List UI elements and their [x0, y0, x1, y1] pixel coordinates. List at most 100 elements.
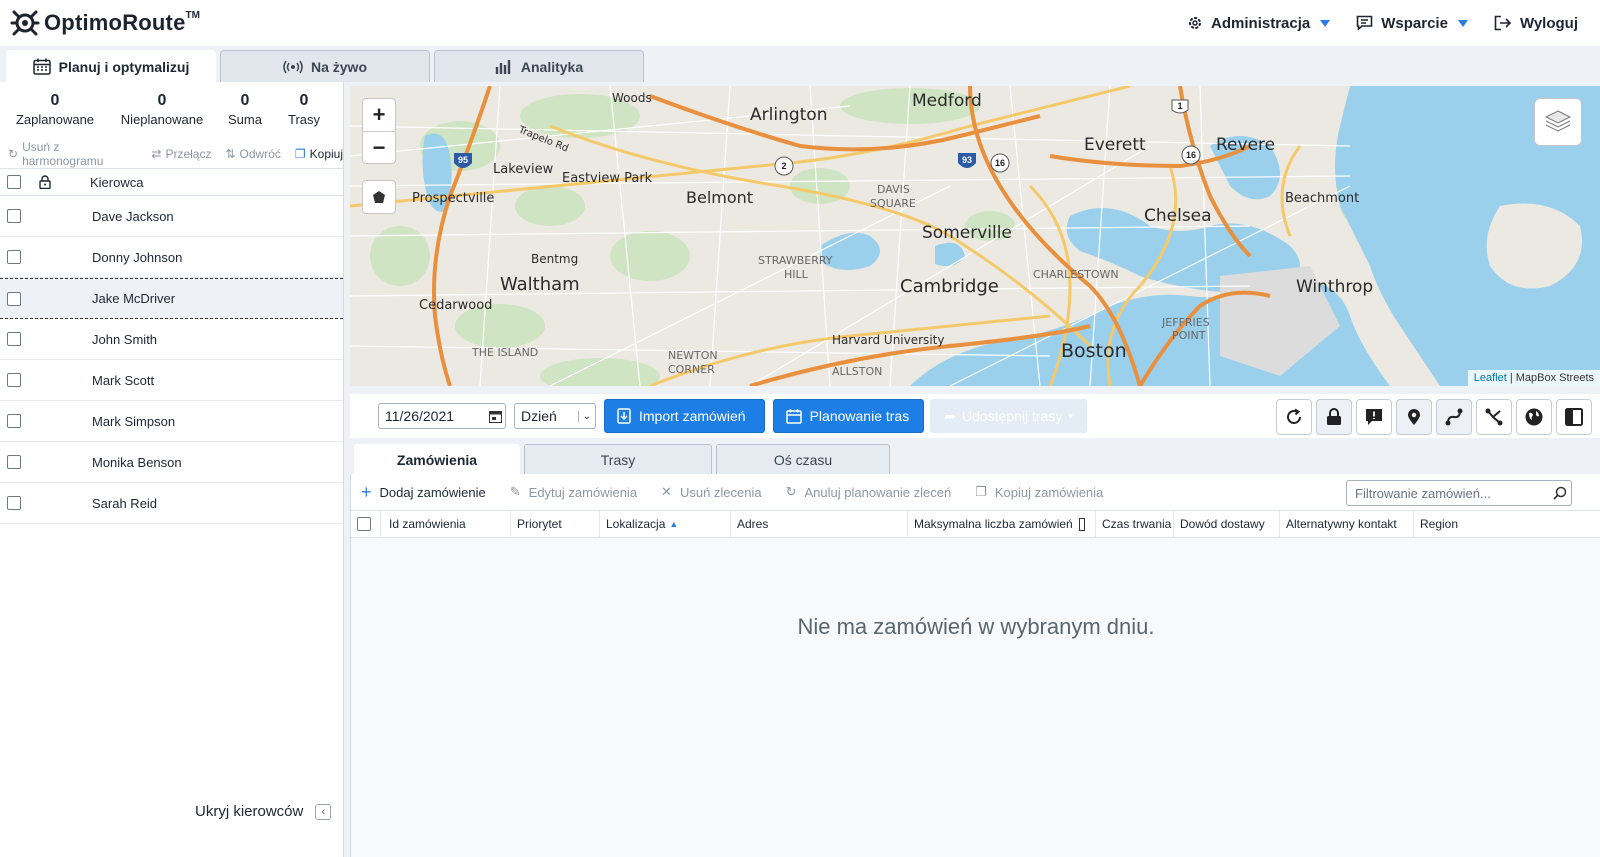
row-checkbox[interactable]	[7, 496, 21, 510]
add-order-button[interactable]: + Dodaj zamówienie	[361, 482, 486, 503]
tab-analytics[interactable]: Analityka	[434, 50, 644, 82]
driver-column-header[interactable]: Kierowca	[60, 175, 143, 190]
tab-orders[interactable]: Zamówienia	[354, 444, 520, 474]
map-canvas[interactable]: 95 93 2 16 16 1 Arlington Medford Everet…	[350, 86, 1600, 386]
hide-drivers-label: Ukryj kierowców	[195, 803, 304, 820]
row-checkbox[interactable]	[7, 332, 21, 346]
lock-button[interactable]	[1316, 399, 1352, 435]
sidebar-icon	[1565, 408, 1583, 426]
layers-icon	[1544, 110, 1572, 132]
stat-scheduled: 0 Zaplanowane	[0, 92, 110, 140]
driver-row[interactable]: Mark Simpson	[0, 401, 343, 442]
feedback-button[interactable]	[1356, 399, 1392, 435]
col-order-id[interactable]: Id zamówienia	[381, 510, 511, 538]
driver-row-selected[interactable]: Jake McDriver	[0, 278, 343, 319]
search-icon[interactable]	[1553, 486, 1567, 500]
cancel-scheduling-label: Anuluj planowanie zleceń	[804, 484, 952, 500]
col-region[interactable]: Region	[1414, 510, 1600, 538]
svg-text:16: 16	[995, 158, 1005, 168]
svg-text:Cambridge: Cambridge	[900, 276, 999, 297]
tab-label: Na żywo	[310, 58, 367, 75]
select-all-orders-checkbox[interactable]	[357, 517, 371, 531]
driver-row[interactable]: Monika Benson	[0, 442, 343, 483]
driver-name: Jake McDriver	[92, 291, 176, 306]
lock-icon[interactable]	[39, 175, 51, 189]
drivers-panel: 0 Zaplanowane 0 Nieplanowane 0 Suma 0 Trasy …	[0, 82, 344, 857]
plan-routes-button[interactable]: Planowanie tras	[772, 399, 925, 433]
layers-button[interactable]	[1534, 98, 1582, 146]
zoom-out-button[interactable]: −	[363, 131, 395, 163]
copy-button[interactable]: ❐ Kopiuj	[295, 147, 343, 161]
pin-button[interactable]	[1396, 399, 1432, 435]
refresh-button[interactable]	[1276, 399, 1312, 435]
chat-icon	[1356, 15, 1373, 31]
chevron-left-icon[interactable]: ‹	[315, 803, 332, 820]
col-proof-of-delivery[interactable]: Dowód dostawy	[1174, 510, 1280, 538]
globe-icon	[1525, 408, 1543, 426]
unschedule-button[interactable]: ↻ Usuń z harmonogramu	[8, 140, 137, 168]
edit-orders-button[interactable]: ✎ Edytuj zamówienia	[510, 484, 637, 500]
draw-polygon-button[interactable]	[362, 180, 396, 214]
stat-routes: 0 Trasy	[276, 92, 332, 140]
cancel-scheduling-button[interactable]: ↻ Anuluj planowanie zleceń	[786, 484, 952, 500]
empty-state-message: Nie ma zamówień w wybranym dniu.	[797, 614, 1155, 639]
brand-logo[interactable]: OptimoRoute TM	[10, 8, 200, 38]
lock-icon	[1327, 408, 1341, 425]
col-priority[interactable]: Priorytet	[511, 510, 600, 538]
import-orders-button[interactable]: Import zamówień	[604, 399, 765, 433]
svg-text:Revere: Revere	[1216, 135, 1275, 155]
copy-orders-button[interactable]: ❐ Kopiuj zamówienia	[975, 484, 1103, 500]
driver-row[interactable]: Dave Jackson	[0, 196, 343, 237]
switch-button[interactable]: ⇄ Przełącz	[151, 147, 211, 161]
logout-label: Wyloguj	[1519, 14, 1578, 32]
panel-toggle-button[interactable]	[1556, 399, 1592, 435]
driver-row[interactable]: Donny Johnson	[0, 237, 343, 278]
date-value: 11/26/2021	[385, 408, 455, 424]
map-view[interactable]: 95 93 2 16 16 1 Arlington Medford Everet…	[350, 86, 1600, 386]
row-checkbox[interactable]	[7, 291, 21, 306]
stat-label: Nieplanowane	[120, 112, 204, 127]
orders-filter-input[interactable]: Filtrowanie zamówień...	[1346, 480, 1572, 506]
comment-alert-icon	[1366, 409, 1382, 425]
col-max-orders[interactable]: Maksymalna liczba zamówień	[908, 510, 1096, 538]
row-checkbox[interactable]	[7, 373, 21, 387]
tab-timeline[interactable]: Oś czasu	[716, 444, 890, 474]
col-duration[interactable]: Czas trwania	[1096, 510, 1174, 538]
logout-button[interactable]: Wyloguj	[1494, 15, 1578, 32]
svg-text:95: 95	[458, 155, 468, 165]
route-button[interactable]	[1436, 399, 1472, 435]
admin-label: Administracja	[1211, 14, 1311, 32]
hide-drivers-toggle[interactable]: Ukryj kierowców ‹	[195, 803, 332, 820]
tab-routes[interactable]: Trasy	[524, 444, 712, 474]
refresh-icon	[1287, 408, 1301, 424]
col-alt-contact[interactable]: Alternatywny kontakt	[1280, 510, 1414, 538]
admin-menu[interactable]: Administracja	[1187, 14, 1331, 32]
share-routes-button[interactable]: ➦ Udostępnij trasy ▾	[930, 399, 1087, 433]
row-checkbox[interactable]	[7, 455, 21, 469]
svg-text:NEWTON: NEWTON	[668, 349, 718, 362]
period-select[interactable]: Dzień ⌄	[514, 403, 596, 429]
select-all-checkbox[interactable]	[7, 175, 21, 189]
row-checkbox[interactable]	[7, 250, 21, 264]
col-address[interactable]: Adres	[731, 510, 908, 538]
delete-orders-button[interactable]: ✕ Usuń zlecenia	[661, 484, 762, 500]
driver-row[interactable]: Sarah Reid	[0, 483, 343, 524]
row-checkbox[interactable]	[7, 414, 21, 428]
globe-button[interactable]	[1516, 399, 1552, 435]
leaflet-link[interactable]: Leaflet	[1474, 372, 1507, 384]
reverse-button[interactable]: ⇅ Odwróć	[225, 147, 280, 161]
drivers-list: Dave Jackson Donny Johnson Jake McDriver…	[0, 196, 343, 524]
zoom-in-button[interactable]: +	[363, 99, 395, 131]
swap-icon: ⇄	[151, 147, 162, 161]
tab-live[interactable]: Na żywo	[220, 50, 430, 82]
calendar-icon[interactable]	[489, 410, 502, 423]
svg-text:Arlington: Arlington	[750, 105, 827, 125]
support-menu[interactable]: Wsparcie	[1356, 15, 1468, 32]
directions-button[interactable]	[1476, 399, 1512, 435]
col-location[interactable]: Lokalizacja ▲	[600, 510, 731, 538]
driver-row[interactable]: Mark Scott	[0, 360, 343, 401]
tab-plan[interactable]: Planuj i optymalizuj	[6, 50, 216, 82]
driver-row[interactable]: John Smith	[0, 319, 343, 360]
date-picker[interactable]: 11/26/2021	[378, 403, 506, 429]
row-checkbox[interactable]	[7, 209, 21, 223]
